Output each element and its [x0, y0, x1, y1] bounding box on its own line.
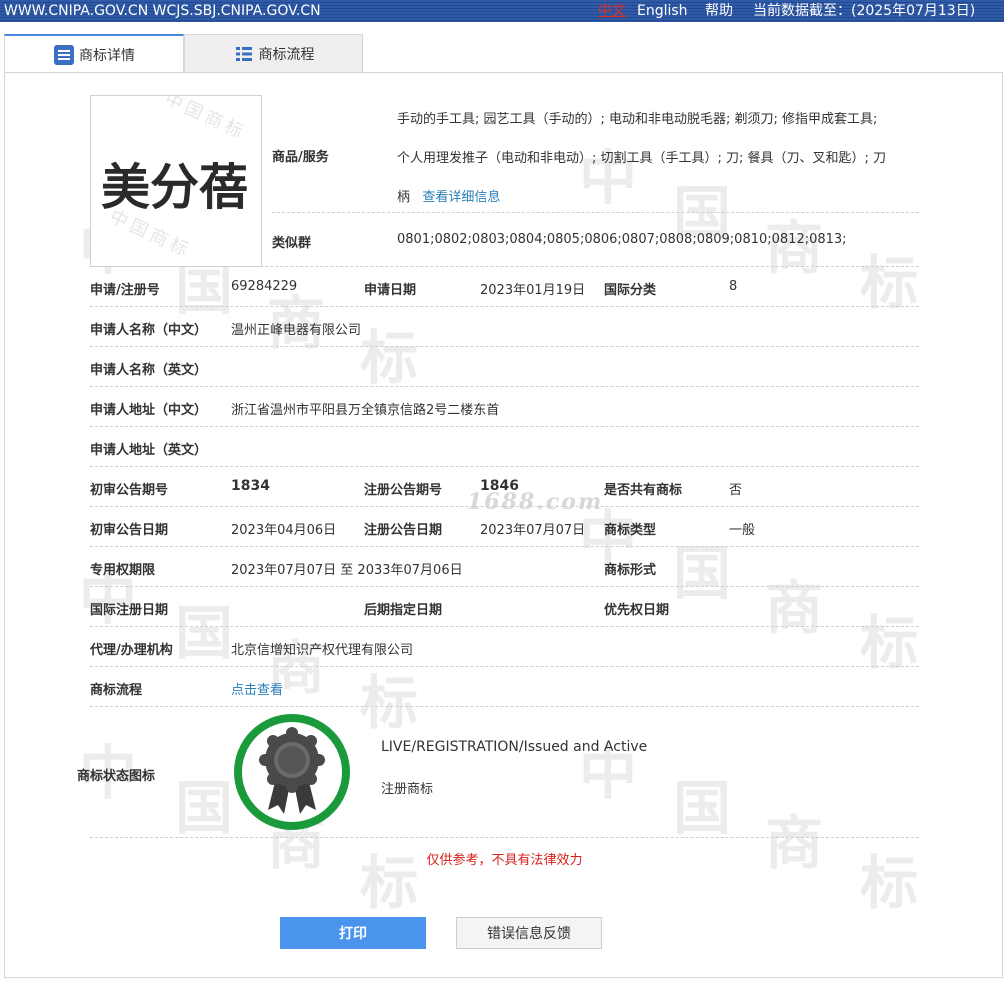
- view-detail-link[interactable]: 查看详细信息: [422, 190, 500, 205]
- prelim-date-label: 初审公告日期: [90, 523, 169, 538]
- watermark-char: 商: [765, 214, 823, 282]
- prelim-issue-value: 1834: [231, 478, 270, 494]
- goods-line: 个人用理发推子（电动和非电动）; 切割工具（手工具）; 刀; 餐具（刀、叉和匙）…: [397, 151, 887, 166]
- divider: [272, 212, 919, 213]
- divider: [90, 346, 919, 347]
- intl-reg-date-label: 国际注册日期: [90, 603, 169, 618]
- watermark-char: 国: [175, 774, 233, 842]
- app-date-value: 2023年01月19日: [480, 283, 586, 298]
- watermark-char: 国: [175, 599, 233, 667]
- watermark-char: 标: [166, 234, 191, 261]
- watermark-char: 商: [146, 225, 171, 252]
- tab-label: 商标流程: [258, 46, 315, 63]
- prelim-date-value: 2023年04月06日: [231, 523, 337, 538]
- divider: [90, 426, 919, 427]
- watermark-char: 标: [360, 324, 418, 392]
- watermark-char: 国: [673, 539, 731, 607]
- divider: [90, 506, 919, 507]
- error-feedback-button[interactable]: 错误信息反馈: [456, 917, 602, 949]
- watermark-char: 国: [181, 98, 206, 125]
- watermark-char: 商: [201, 107, 226, 134]
- lang-english-link[interactable]: English: [637, 0, 688, 22]
- later-designation-date-label: 后期指定日期: [364, 603, 443, 618]
- lang-chinese-link[interactable]: 中文: [598, 0, 626, 22]
- reg-date-value: 2023年07月07日: [480, 523, 586, 538]
- applicant-cn-value: 温州正峰电器有限公司: [231, 323, 362, 338]
- list-icon: [233, 43, 255, 65]
- data-as-of: 当前数据截至：(2025年07月13日): [753, 3, 976, 19]
- watermark-char: 国: [673, 774, 731, 842]
- tab-trademark-process[interactable]: 商标流程: [184, 34, 363, 73]
- divider: [90, 266, 919, 267]
- shared-tm-label: 是否共有商标: [604, 483, 683, 498]
- intl-class-value: 8: [729, 279, 738, 294]
- registered-award-icon: [234, 714, 350, 830]
- divider: [90, 586, 919, 587]
- divider: [90, 466, 919, 467]
- divider: [90, 666, 919, 667]
- app-date-label: 申请日期: [364, 283, 417, 298]
- similar-group-value: 0801;0802;0803;0804;0805;0806;0807;0808;…: [397, 232, 847, 247]
- site-urls[interactable]: WWW.CNIPA.GOV.CN WCJS.SBJ.CNIPA.GOV.CN: [4, 0, 321, 22]
- exclusive-period-value: 2023年07月07日 至 2033年07月06日: [231, 563, 463, 578]
- divider: [90, 546, 919, 547]
- disclaimer: 仅供参考，不具有法律效力: [426, 853, 583, 868]
- watermark-char: 商: [765, 574, 823, 642]
- document-icon: [53, 44, 75, 66]
- applicant-cn-label: 申请人名称（中文）: [90, 323, 208, 338]
- reg-no-label: 申请/注册号: [90, 283, 160, 298]
- reg-date-label: 注册公告日期: [364, 523, 443, 538]
- priority-date-label: 优先权日期: [604, 603, 670, 618]
- view-process-link[interactable]: 点击查看: [231, 679, 283, 698]
- reg-issue-value: 1846: [480, 478, 519, 494]
- prelim-issue-label: 初审公告期号: [90, 483, 169, 498]
- divider: [90, 837, 919, 838]
- agent-value: 北京信增知识产权代理有限公司: [231, 643, 414, 658]
- tm-type-label: 商标类型: [604, 523, 657, 538]
- goods-line-text: 柄: [397, 190, 411, 205]
- tm-type-value: 一般: [729, 523, 756, 538]
- goods-services-label: 商品/服务: [272, 150, 329, 165]
- status-en-text: LIVE/REGISTRATION/Issued and Active: [381, 739, 648, 755]
- reg-no-value: 69284229: [231, 279, 298, 294]
- watermark-char: 标: [221, 116, 246, 143]
- print-button[interactable]: 打印: [280, 917, 426, 949]
- detail-panel: 中 国 商 标 中 国 商 标 中 国 商 标 中 国 商 标 中 国 商 标 …: [4, 72, 1003, 978]
- help-link[interactable]: 帮助: [705, 0, 733, 22]
- tab-trademark-detail[interactable]: 商标详情: [4, 34, 184, 73]
- goods-line: 手动的手工具; 园艺工具（手动的）; 电动和非电动脱毛器; 剃须刀; 修指甲成套…: [397, 112, 878, 127]
- divider: [90, 706, 919, 707]
- logo-text: 美分蓓: [101, 159, 249, 216]
- tm-process-label: 商标流程: [90, 683, 143, 698]
- tab-label: 商标详情: [79, 47, 135, 64]
- intl-class-label: 国际分类: [604, 283, 657, 298]
- applicant-en-label: 申请人名称（英文）: [90, 363, 208, 378]
- address-cn-value: 浙江省温州市平阳县万全镇京信路2号二楼东首: [231, 403, 500, 418]
- trademark-image: 中 国 商 标 中 国 商 标 美分蓓: [90, 95, 262, 267]
- divider: [90, 386, 919, 387]
- watermark-char: 标: [360, 669, 418, 737]
- top-bar: WWW.CNIPA.GOV.CN WCJS.SBJ.CNIPA.GOV.CN 中…: [0, 0, 1004, 22]
- watermark-char: 国: [126, 215, 151, 242]
- divider: [90, 306, 919, 307]
- exclusive-period-label: 专用权期限: [90, 563, 156, 578]
- tm-form-label: 商标形式: [604, 563, 657, 578]
- address-cn-label: 申请人地址（中文）: [90, 403, 208, 418]
- agent-label: 代理/办理机构: [90, 643, 173, 658]
- address-en-label: 申请人地址（英文）: [90, 443, 208, 458]
- status-icon-label: 商标状态图标: [77, 769, 156, 784]
- reg-issue-label: 注册公告期号: [364, 483, 443, 498]
- shared-tm-value: 否: [729, 483, 743, 498]
- tab-bar: 商标详情 商标流程: [4, 34, 1003, 73]
- status-cn-text: 注册商标: [381, 782, 434, 797]
- goods-services-value: 手动的手工具; 园艺工具（手动的）; 电动和非电动脱毛器; 剃须刀; 修指甲成套…: [397, 100, 927, 217]
- similar-group-label: 类似群: [272, 236, 312, 251]
- divider: [90, 626, 919, 627]
